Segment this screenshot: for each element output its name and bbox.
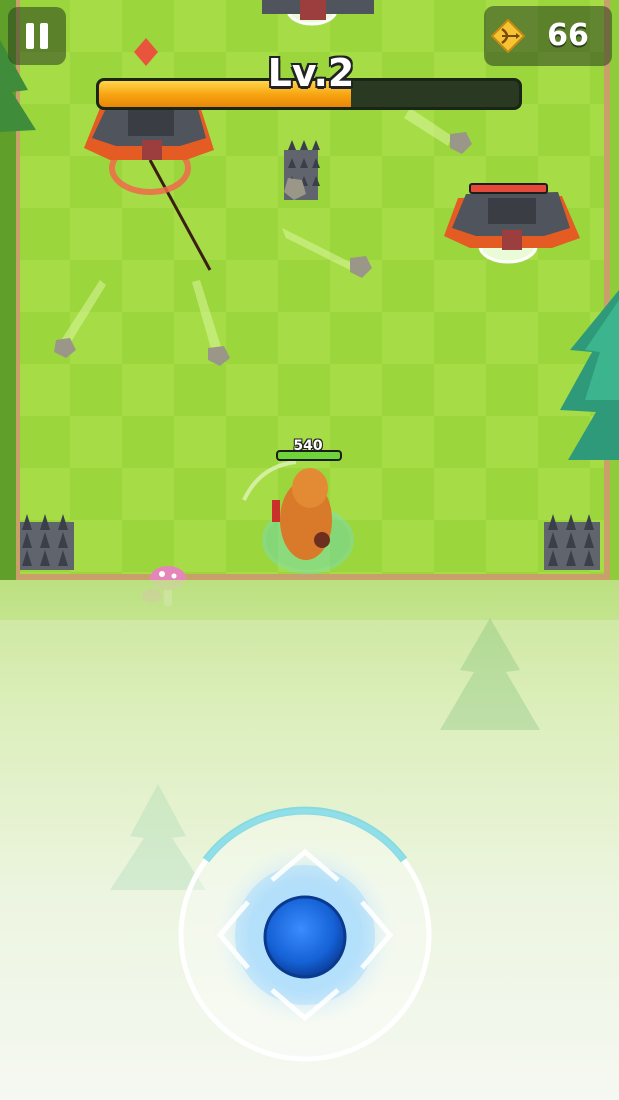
gem-count: 66 (547, 18, 589, 53)
spike-trap-left (20, 514, 74, 570)
spike-trap-right (544, 514, 600, 570)
gem-counter: 66 (484, 6, 612, 66)
pause-icon (23, 23, 51, 49)
enemy-health-bar (469, 183, 548, 194)
player-health-bar (276, 450, 342, 461)
joystick-knob[interactable] (263, 895, 347, 979)
bow-gem-icon (490, 18, 526, 54)
game-scene (0, 0, 619, 1100)
pause-button[interactable] (8, 7, 66, 65)
enemy-health-fill (471, 185, 546, 192)
virtual-joystick[interactable] (178, 806, 432, 1062)
level-label: Lv.2 (267, 51, 355, 95)
player-health-fill (278, 452, 340, 459)
